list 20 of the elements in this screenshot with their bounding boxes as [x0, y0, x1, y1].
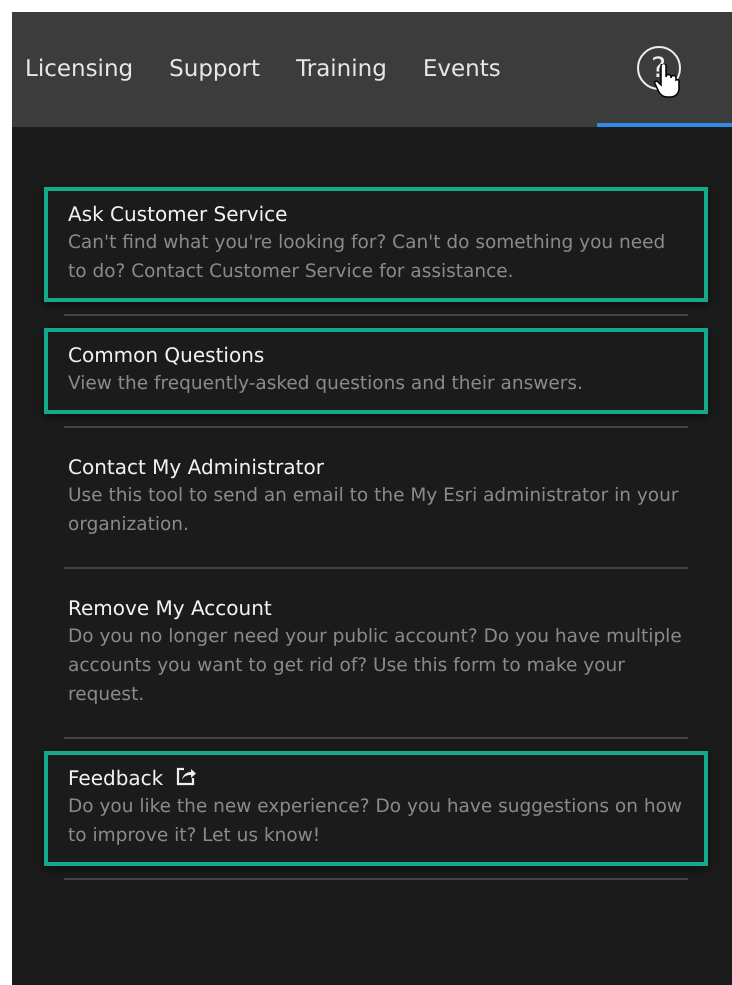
- nav-tab[interactable]: Support: [169, 58, 278, 81]
- option-title: Common Questions: [68, 342, 264, 369]
- help-option[interactable]: Contact My Administrator Use this tool to send an email to the My Esri administrator in your organization.: [44, 440, 708, 555]
- option-title: Ask Customer Service: [68, 201, 288, 228]
- help-option[interactable]: Ask Customer Service Can't find what you're looking for? Can't do something you need to do? Contact Customer Service for assistance.: [44, 187, 708, 302]
- option-title: Remove My Account: [68, 595, 272, 622]
- option-description: View the frequently-asked questions and their answers.: [68, 372, 584, 396]
- help-option[interactable]: Remove My Account Do you no longer need your public account? Do you have multiple accounts you want to get rid of? Use this form to make your request.: [44, 581, 708, 725]
- nav-tab[interactable]: Training: [296, 58, 405, 81]
- option-description: Do you like the new experience? Do you have suggestions on how to improve it? Let us know!: [68, 795, 684, 848]
- option-title: Contact My Administrator: [68, 454, 324, 481]
- nav-tab[interactable]: Licensing: [25, 58, 152, 81]
- option-description: Can't find what you're looking for? Can't do something you need to do? Contact Customer Service for assistance.: [68, 231, 666, 284]
- help-tab[interactable]: ?: [597, 12, 732, 127]
- option-description: Use this tool to send an email to the My Esri administrator in your organization.: [68, 484, 680, 537]
- help-option[interactable]: Feedback Do you like the new experience? Do you have suggestions on how to improve it? Let us know!: [44, 751, 708, 866]
- option-title: Feedback: [68, 765, 164, 792]
- option-description: Do you no longer need your public account? Do you have multiple accounts you want to get rid of? Use this form to make your request.: [68, 625, 683, 707]
- nav-tab[interactable]: Events: [422, 58, 519, 81]
- help-option[interactable]: Common Questions View the frequently-asked questions and their answers.: [44, 328, 708, 414]
